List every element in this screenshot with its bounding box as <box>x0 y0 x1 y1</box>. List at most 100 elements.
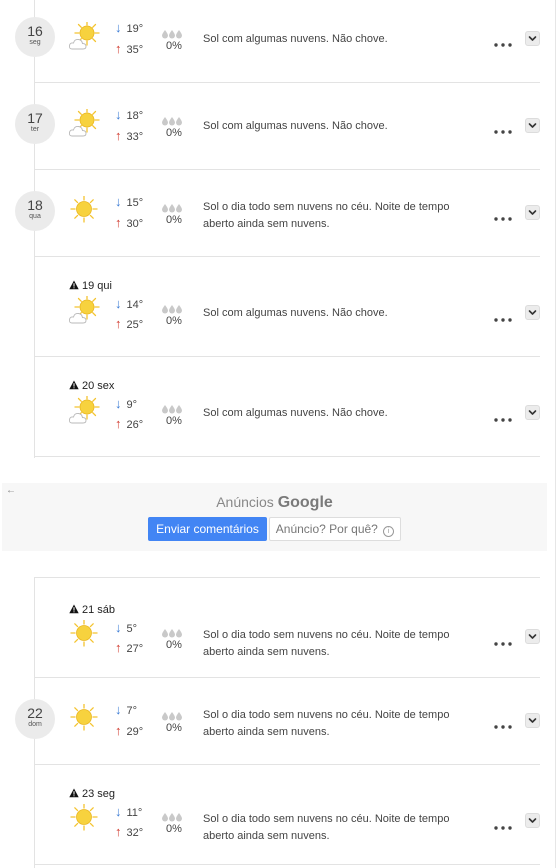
day-badge: 17 ter <box>15 104 55 144</box>
more-options-icon[interactable] <box>493 209 513 221</box>
weather-warning[interactable]: 19 qui <box>69 280 112 292</box>
max-temp: ↑ 30° <box>115 215 143 230</box>
arrow-up-icon: ↑ <box>115 416 122 431</box>
forecast-day-row[interactable]: 22 dom ↓ 7° ↑ 29° 0% Sol o dia todo sem nuven… <box>0 682 558 764</box>
warning-icon <box>69 280 82 292</box>
day-weekday: ter <box>30 126 40 133</box>
max-temp: ↑ 27° <box>115 640 143 655</box>
chevron-down-icon[interactable] <box>525 31 540 46</box>
weather-warning[interactable]: 20 sex <box>69 380 114 392</box>
more-options-icon[interactable] <box>493 818 513 830</box>
min-temp: ↓ 9° <box>115 396 137 411</box>
sun-icon <box>68 703 100 734</box>
min-temp-value: 14° <box>126 299 144 311</box>
forecast-day-row[interactable]: 19 qui ↓ 14° ↑ 25° 0% Sol com algumas nuvens.… <box>0 261 558 356</box>
more-options-icon[interactable] <box>493 410 513 422</box>
sun-cloud-icon <box>68 394 100 426</box>
max-temp: ↑ 25° <box>115 316 143 331</box>
day-number: 17 <box>27 110 43 126</box>
arrow-down-icon: ↓ <box>115 396 122 411</box>
chevron-down-icon[interactable] <box>525 813 540 828</box>
max-temp: ↑ 26° <box>115 416 143 431</box>
forecast-description: Sol o dia todo sem nuvens no céu. Noite … <box>203 709 450 738</box>
max-temp-value: 32° <box>126 827 144 839</box>
min-temp-value: 5° <box>126 623 138 635</box>
min-temp: ↓ 15° <box>115 194 143 209</box>
arrow-down-icon: ↓ <box>115 296 122 311</box>
min-temp-value: 15° <box>126 197 144 209</box>
chevron-down-icon[interactable] <box>525 205 540 220</box>
warning-day-label: 23 seg <box>82 788 116 800</box>
row-separator <box>34 256 540 257</box>
weather-warning[interactable]: 23 seg <box>69 788 115 800</box>
row-separator <box>34 456 540 457</box>
max-temp-value: 26° <box>126 419 144 431</box>
day-badge: 22 dom <box>15 699 55 739</box>
ad-banner: ← Anúncios Google Enviar comentários Anú… <box>2 483 547 551</box>
forecast-description: Sol com algumas nuvens. Não chove. <box>203 307 388 319</box>
weather-warning[interactable]: 21 sáb <box>69 604 115 616</box>
row-separator <box>34 82 540 83</box>
row-separator <box>34 356 540 357</box>
arrow-down-icon: ↓ <box>115 20 122 35</box>
raindrops-icon <box>162 708 184 721</box>
forecast-description: Sol com algumas nuvens. Não chove. <box>203 120 388 132</box>
max-temp: ↑ 29° <box>115 723 143 738</box>
warning-day-label: 21 sáb <box>82 604 116 616</box>
day-weekday: qua <box>29 213 41 220</box>
precip-chance: 0% <box>166 415 182 427</box>
forecast-day-row[interactable]: 17 ter ↓ 18° ↑ 33° 0% Sol com algumas nuvens.… <box>0 87 558 169</box>
more-options-icon[interactable] <box>493 717 513 729</box>
day-weekday: dom <box>28 721 42 728</box>
min-temp-value: 9° <box>126 399 138 411</box>
sun-cloud-icon <box>68 107 100 139</box>
why-this-ad-label: Anúncio? Por quê? <box>275 522 378 536</box>
warning-icon <box>69 788 82 800</box>
forecast-day-row[interactable]: 23 seg ↓ 11° ↑ 32° 0% Sol o dia todo sem nuve… <box>0 769 558 864</box>
chevron-down-icon[interactable] <box>525 405 540 420</box>
max-temp-value: 35° <box>126 44 144 56</box>
min-temp: ↓ 5° <box>115 620 137 635</box>
arrow-down-icon: ↓ <box>115 702 122 717</box>
info-icon: i <box>383 526 395 537</box>
precip-chance: 0% <box>166 315 182 327</box>
chevron-down-icon[interactable] <box>525 713 540 728</box>
more-options-icon[interactable] <box>493 310 513 322</box>
more-options-icon[interactable] <box>493 122 513 134</box>
row-separator <box>34 577 540 578</box>
more-options-icon[interactable] <box>493 634 513 646</box>
row-separator <box>34 764 540 765</box>
day-number: 16 <box>27 23 43 39</box>
send-feedback-button[interactable]: Enviar comentários <box>148 517 267 541</box>
arrow-up-icon: ↑ <box>115 316 122 331</box>
max-temp: ↑ 32° <box>115 824 143 839</box>
arrow-down-icon: ↓ <box>115 194 122 209</box>
raindrops-icon <box>162 301 184 314</box>
arrow-down-icon: ↓ <box>115 620 122 635</box>
google-logo: Google <box>277 494 333 511</box>
min-temp-value: 18° <box>126 110 144 122</box>
precip-chance: 0% <box>166 40 182 52</box>
ad-title: Anúncios Google <box>2 494 547 512</box>
row-separator <box>34 677 540 678</box>
forecast-day-row[interactable]: 16 seg ↓ 19° ↑ 35° 0% Sol com algumas nuvens.… <box>0 0 558 82</box>
warning-icon <box>69 604 82 616</box>
chevron-down-icon[interactable] <box>525 118 540 133</box>
min-temp: ↓ 11° <box>115 804 142 819</box>
warning-day-label: 19 qui <box>82 280 112 292</box>
arrow-up-icon: ↑ <box>115 723 122 738</box>
forecast-day-row[interactable]: 21 sáb ↓ 5° ↑ 27° 0% Sol o dia todo sem nuven… <box>0 585 558 677</box>
precip-chance: 0% <box>166 639 182 651</box>
chevron-down-icon[interactable] <box>525 305 540 320</box>
forecast-day-row[interactable]: 20 sex ↓ 9° ↑ 26° 0% Sol com algumas nuvens. … <box>0 361 558 456</box>
forecast-day-row[interactable]: 18 qua ↓ 15° ↑ 30° 0% Sol o dia todo sem nuve… <box>0 174 558 256</box>
ad-label: Anúncios <box>216 494 274 510</box>
arrow-down-icon: ↓ <box>115 804 122 819</box>
min-temp: ↓ 18° <box>115 107 143 122</box>
why-this-ad-button[interactable]: Anúncio? Por quê? i <box>269 517 401 541</box>
more-options-icon[interactable] <box>493 35 513 47</box>
sun-cloud-icon <box>68 294 100 326</box>
day-number: 18 <box>27 197 43 213</box>
precip-chance: 0% <box>166 127 182 139</box>
chevron-down-icon[interactable] <box>525 629 540 644</box>
